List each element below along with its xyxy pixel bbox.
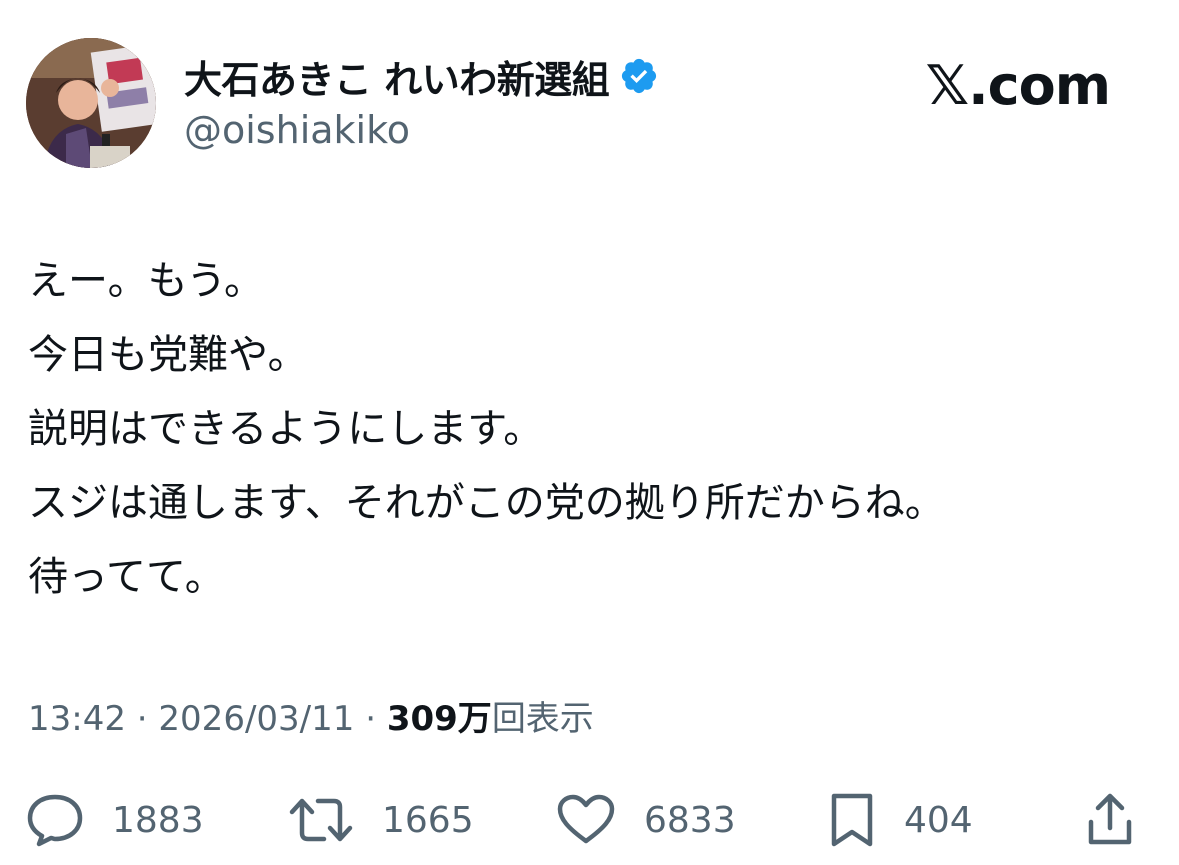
avatar[interactable] — [26, 38, 156, 168]
repost-icon — [289, 798, 353, 842]
reply-button[interactable]: 1883 — [26, 790, 204, 850]
reply-count: 1883 — [112, 799, 204, 841]
meta-separator: · — [136, 699, 148, 739]
display-name-row: 大石あきこ れいわ新選組 — [184, 48, 659, 104]
views-label: 回表示 — [491, 699, 594, 739]
verified-badge-icon — [619, 56, 659, 96]
repost-button[interactable]: 1665 — [288, 790, 474, 850]
bookmark-count: 404 — [904, 799, 973, 841]
author-info: 大石あきこ れいわ新選組 @oishiakiko — [184, 48, 659, 152]
avatar-image — [26, 38, 156, 168]
tweet-line: 今日も党難や。 — [28, 332, 308, 378]
reply-icon — [27, 794, 83, 847]
tweet-line: 説明はできるようにします。 — [28, 406, 544, 452]
user-handle[interactable]: @oishiakiko — [184, 108, 659, 152]
tweet-text: えー。もう。 今日も党難や。 説明はできるようにします。 スジは通します、それが… — [28, 244, 1158, 614]
heart-icon — [557, 794, 615, 844]
tweet-line: スジは通します、それがこの党の拠り所だからね。 — [28, 480, 945, 526]
tweet-header: 大石あきこ れいわ新選組 @oishiakiko 𝕏.com — [26, 38, 1156, 170]
like-count: 6833 — [644, 799, 736, 841]
action-bar: 1883 1665 6833 404 — [26, 790, 1156, 850]
bookmark-button[interactable]: 404 — [828, 790, 973, 850]
x-logo-text[interactable]: 𝕏.com — [926, 54, 1111, 117]
repost-count: 1665 — [382, 799, 474, 841]
tweet-line: えー。もう。 — [28, 258, 264, 304]
share-button[interactable] — [1086, 790, 1134, 850]
post-time[interactable]: 13:42 — [28, 699, 126, 739]
bookmark-icon — [831, 793, 873, 847]
display-name[interactable]: 大石あきこ れいわ新選組 — [184, 49, 610, 104]
tweet-meta: 13:42 · 2026/03/11 · 309万回表示 — [28, 694, 594, 744]
views-count: 309万 — [386, 699, 492, 739]
share-icon — [1088, 793, 1132, 845]
meta-separator: · — [365, 699, 377, 739]
post-date[interactable]: 2026/03/11 — [158, 699, 354, 739]
like-button[interactable]: 6833 — [556, 790, 736, 850]
tweet-line: 待ってて。 — [28, 554, 225, 600]
